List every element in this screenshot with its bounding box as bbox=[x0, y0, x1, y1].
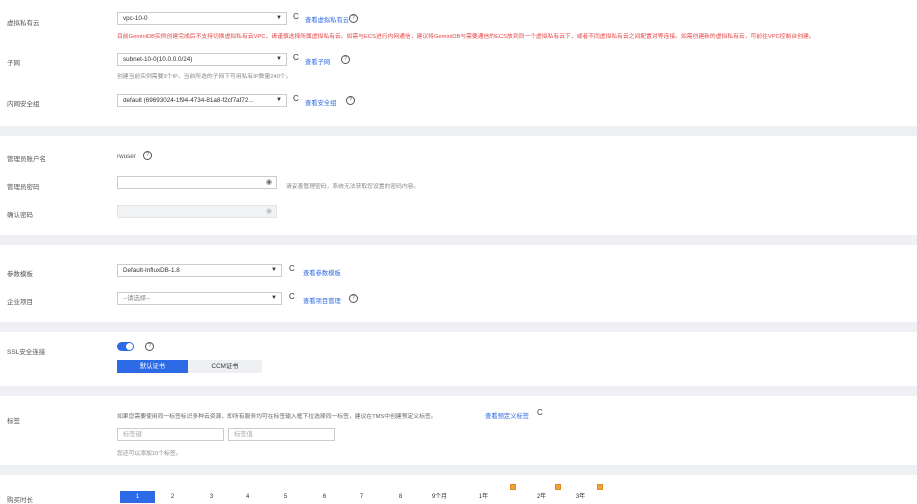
admin-account-value: rwuser bbox=[117, 153, 136, 160]
duration-option-1-month[interactable]: 1 bbox=[120, 491, 155, 503]
refresh-icon[interactable]: C bbox=[293, 94, 299, 103]
refresh-icon[interactable]: C bbox=[293, 53, 299, 62]
duration-option-6-month[interactable]: 6 bbox=[307, 491, 342, 503]
duration-option-1-year[interactable]: 1年 bbox=[466, 491, 501, 503]
subnet-hint: 创建当前实例需要3个IP，当前所选的子网下可用私有IP数量240个。 bbox=[117, 74, 292, 80]
help-icon[interactable]: ? bbox=[145, 342, 154, 351]
view-param-template-link[interactable]: 查看参数模板 bbox=[303, 268, 341, 277]
refresh-icon[interactable]: C bbox=[537, 408, 543, 417]
vpc-select-value: vpc-10-0 bbox=[123, 15, 148, 22]
vpc-select[interactable]: vpc-10-0 ▼ bbox=[117, 12, 287, 25]
subnet-label: 子网 bbox=[7, 60, 20, 67]
eye-hidden-icon[interactable]: ◉ bbox=[266, 177, 272, 188]
duration-option-7-month[interactable]: 7 bbox=[344, 491, 379, 503]
admin-password-input[interactable]: ◉ bbox=[117, 176, 277, 189]
confirm-password-input[interactable]: ◉ bbox=[117, 205, 277, 218]
duration-option-2-year[interactable]: 2年 bbox=[524, 491, 559, 503]
chevron-down-icon: ▼ bbox=[271, 267, 277, 273]
tag-value-input[interactable]: 标签值 bbox=[228, 428, 335, 441]
admin-password-hint: 请妥善管理密码，系统无法获取您设置的密码内容。 bbox=[286, 184, 420, 190]
tags-limit-hint: 您还可以添加10个标签。 bbox=[117, 451, 182, 457]
ssl-toggle[interactable] bbox=[117, 342, 134, 351]
duration-option-3-year[interactable]: 3年 bbox=[563, 491, 598, 503]
security-group-select[interactable]: default (69693024-1f94-4734-81a8-f2cf7af… bbox=[117, 94, 287, 107]
tags-description: 如果您需要使用同一标签标识多种云资源，即所有服务均可在标签输入框下拉选择同一标签… bbox=[117, 414, 437, 420]
section-divider bbox=[0, 386, 917, 396]
ssl-label: SSL安全连接 bbox=[7, 349, 46, 356]
help-icon[interactable]: ? bbox=[346, 96, 355, 105]
security-group-select-value: default (69693024-1f94-4734-81a8-f2cf7af… bbox=[123, 97, 254, 104]
section-divider bbox=[0, 235, 917, 245]
cert-default-button[interactable]: 默认证书 bbox=[117, 360, 188, 373]
refresh-icon[interactable]: C bbox=[289, 292, 295, 301]
section-divider bbox=[0, 126, 917, 136]
view-subnet-link[interactable]: 查看子网 bbox=[305, 57, 330, 66]
toggle-knob bbox=[126, 343, 133, 350]
duration-option-3-month[interactable]: 3 bbox=[194, 491, 229, 503]
discount-badge-icon bbox=[555, 484, 561, 490]
view-security-group-link[interactable]: 查看安全组 bbox=[305, 98, 336, 107]
param-template-select[interactable]: Default-InfluxDB-1.8 ▼ bbox=[117, 264, 282, 277]
section-divider bbox=[0, 322, 917, 332]
duration-option-2-month[interactable]: 2 bbox=[155, 491, 190, 503]
view-vpc-link[interactable]: 查看虚拟私有云 bbox=[305, 15, 349, 24]
tag-key-placeholder: 标签键 bbox=[123, 431, 142, 438]
param-template-label: 参数模板 bbox=[7, 271, 33, 278]
tag-key-input[interactable]: 标签键 bbox=[117, 428, 224, 441]
enterprise-project-label: 企业项目 bbox=[7, 299, 33, 306]
chevron-down-icon: ▼ bbox=[276, 15, 282, 21]
duration-option-4-month[interactable]: 4 bbox=[230, 491, 265, 503]
security-group-label: 内网安全组 bbox=[7, 101, 40, 108]
view-predefined-tags-link[interactable]: 查看预定义标签 bbox=[485, 411, 529, 420]
cert-ccm-button[interactable]: CCM证书 bbox=[188, 360, 262, 373]
duration-option-9-month[interactable]: 9个月 bbox=[422, 491, 457, 503]
admin-password-label: 管理员密码 bbox=[7, 184, 40, 191]
help-icon[interactable]: ? bbox=[349, 14, 358, 23]
eye-hidden-icon: ◉ bbox=[265, 208, 272, 215]
refresh-icon[interactable]: C bbox=[289, 264, 295, 273]
duration-option-8-month[interactable]: 8 bbox=[383, 491, 418, 503]
help-icon[interactable]: ? bbox=[349, 294, 358, 303]
section-divider bbox=[0, 465, 917, 475]
vpc-label: 虚拟私有云 bbox=[7, 20, 40, 27]
subnet-select-value: subnet-10-0(10.0.0.0/24) bbox=[123, 56, 193, 63]
enterprise-project-select-value: --请选择-- bbox=[123, 295, 151, 302]
confirm-password-label: 确认密码 bbox=[7, 212, 33, 219]
help-icon[interactable]: ? bbox=[341, 55, 350, 64]
chevron-down-icon: ▼ bbox=[271, 295, 277, 301]
tag-value-placeholder: 标签值 bbox=[234, 431, 253, 438]
param-template-select-value: Default-InfluxDB-1.8 bbox=[123, 267, 180, 274]
chevron-down-icon: ▼ bbox=[276, 97, 282, 103]
admin-account-label: 管理员账户名 bbox=[7, 156, 46, 163]
discount-badge-icon bbox=[510, 484, 516, 490]
enterprise-project-select[interactable]: --请选择-- ▼ bbox=[117, 292, 282, 305]
vpc-warning: 目前GeminiDB实例创建完成后不支持切换虚拟私有云VPC，请谨慎选择所属虚拟… bbox=[117, 34, 815, 40]
refresh-icon[interactable]: C bbox=[293, 12, 299, 21]
discount-badge-icon bbox=[597, 484, 603, 490]
tags-label: 标签 bbox=[7, 418, 20, 425]
duration-option-5-month[interactable]: 5 bbox=[268, 491, 303, 503]
subnet-select[interactable]: subnet-10-0(10.0.0.0/24) ▼ bbox=[117, 53, 287, 66]
help-icon[interactable]: ? bbox=[143, 151, 152, 160]
view-project-management-link[interactable]: 查看项目管理 bbox=[303, 296, 341, 305]
chevron-down-icon: ▼ bbox=[276, 56, 282, 62]
